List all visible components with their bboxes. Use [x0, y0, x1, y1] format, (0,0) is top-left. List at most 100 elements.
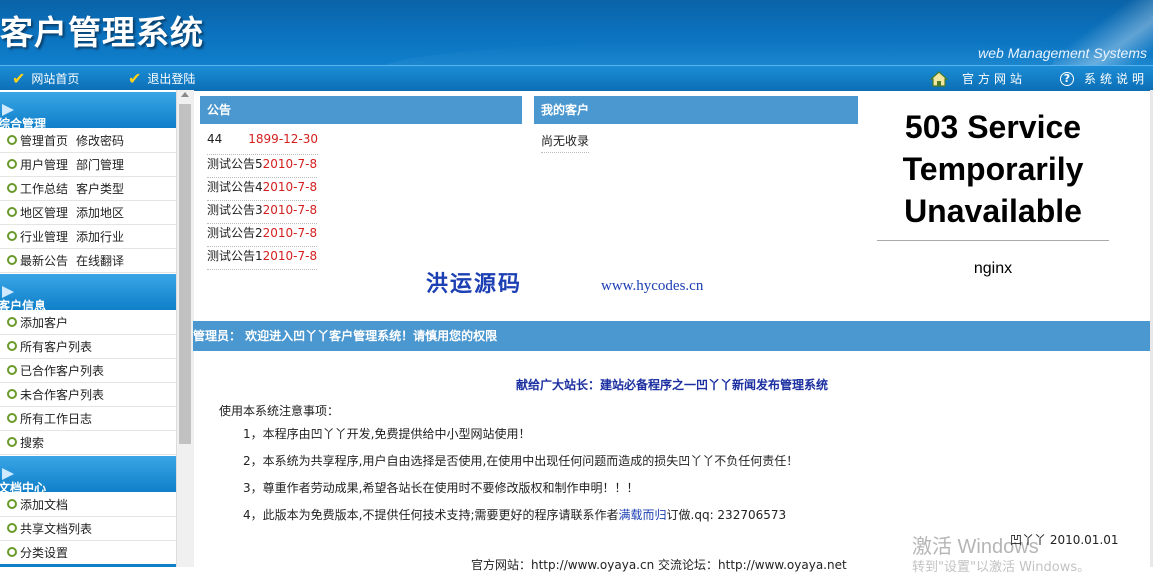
bullet-icon: [7, 389, 17, 399]
sidebar-item-add-region[interactable]: 添加地区: [76, 204, 124, 221]
notice-item[interactable]: 测试公告12010-7-8: [207, 247, 318, 270]
notice-title: 测试公告2: [207, 226, 263, 240]
sidebar-item-regions[interactable]: 地区管理: [20, 204, 68, 221]
sidebar-item-users[interactable]: 用户管理: [20, 156, 68, 173]
sidebar-item-industries[interactable]: 行业管理: [20, 228, 68, 245]
list-item: 最新公告 在线翻译: [0, 248, 176, 273]
sidebar-item-add-document[interactable]: 添加文档: [20, 496, 68, 513]
my-customers-empty-text: 尚无收录: [541, 132, 590, 153]
sidebar-item-departments[interactable]: 部门管理: [76, 156, 124, 173]
notice-date: 2010-7-8: [262, 203, 318, 217]
bullet-icon: [7, 207, 17, 217]
sidebar: 综合管理 管理首页 修改密码 用户管理 部门管理 工作总结 客户类型 地区管理 …: [0, 90, 176, 567]
notice-panel-header: 公告: [200, 96, 522, 124]
footer-links[interactable]: 官方网站：http://www.oyaya.cn 交流论坛：http://www…: [471, 556, 847, 573]
bullet-icon: [7, 365, 17, 375]
error-heading: 503 Service Temporarily Unavailable: [902, 109, 1084, 229]
sidebar-item-search[interactable]: 搜索: [20, 434, 44, 451]
note-item: 2，本系统为共享程序,用户自由选择是否使用,在使用中出现任何问题而造成的损失凹丫…: [243, 454, 799, 468]
sidebar-section-general[interactable]: 综合管理: [0, 92, 176, 131]
notice-date: 2010-7-8: [262, 226, 318, 240]
notice-date: 2010-7-8: [262, 157, 318, 171]
signature: 凹丫丫 2010.01.01: [1010, 533, 1119, 547]
notice-item[interactable]: 测试公告42010-7-8: [207, 178, 318, 201]
watermark-text: 洪运源码: [426, 271, 523, 297]
bullet-icon: [7, 159, 17, 169]
notice-date: 2010-7-8: [262, 249, 318, 263]
top-banner: 客户管理系统 web Management Systems: [0, 0, 1153, 65]
note-text: 订做.qq: 232706573: [666, 508, 787, 522]
notice-title: 测试公告1: [207, 249, 263, 263]
bullet-icon: [7, 413, 17, 423]
sidebar-item-admin-home[interactable]: 管理首页: [20, 132, 68, 149]
list-item: 工作总结 客户类型: [0, 176, 176, 201]
notice-item[interactable]: 测试公告52010-7-8: [207, 155, 318, 178]
nav-logout-link[interactable]: ✔ 退出登陆: [128, 70, 195, 87]
scrollbar-thumb[interactable]: [179, 104, 191, 444]
watermark-url: www.hycodes.cn: [601, 278, 704, 294]
author-link[interactable]: 满载而归: [619, 508, 667, 522]
bullet-icon: [7, 255, 17, 265]
bullet-icon: [7, 499, 17, 509]
list-item: 地区管理 添加地区: [0, 200, 176, 225]
sidebar-item-category-settings[interactable]: 分类设置: [20, 544, 68, 561]
sidebar-item-add-industry[interactable]: 添加行业: [76, 228, 124, 245]
nav-official-site-label: 官方网站: [962, 72, 1027, 86]
note-item: 4，此版本为免费版本,不提供任何技术支持;需要更好的程序请联系作者满载而归订做.…: [243, 506, 786, 523]
sidebar-item-work-logs[interactable]: 所有工作日志: [20, 410, 92, 427]
sidebar-item-customer-types[interactable]: 客户类型: [76, 180, 124, 197]
sidebar-item-uncooperated-customers[interactable]: 未合作客户列表: [20, 386, 104, 403]
list-item: 用户管理 部门管理: [0, 152, 176, 177]
sidebar-item-work-summary[interactable]: 工作总结: [20, 180, 68, 197]
list-item: 行业管理 添加行业: [0, 224, 176, 249]
nav-help-label: 系统说明: [1084, 72, 1149, 86]
bullet-icon: [7, 547, 17, 557]
bullet-icon: [7, 231, 17, 241]
notice-item[interactable]: 测试公告22010-7-8: [207, 224, 318, 247]
help-icon: ?: [1060, 71, 1074, 86]
notice-date: 2010-7-8: [262, 180, 318, 194]
sidebar-section-documents[interactable]: 文档中心: [0, 456, 176, 495]
my-customers-panel-header: 我的客户: [534, 96, 858, 124]
nav-official-site-link[interactable]: 官方网站: [930, 70, 1026, 87]
sidebar-item-latest-notices[interactable]: 最新公告: [20, 252, 68, 269]
bullet-icon: [7, 523, 17, 533]
sidebar-item-cooperated-customers[interactable]: 已合作客户列表: [20, 362, 104, 379]
list-item: 管理首页 修改密码: [0, 128, 176, 153]
bullet-icon: [7, 183, 17, 193]
nav-home-link[interactable]: ✔ 网站首页: [12, 70, 79, 87]
sidebar-item-online-translate[interactable]: 在线翻译: [76, 252, 124, 269]
checkmark-icon: ✔: [128, 68, 142, 88]
notice-item[interactable]: 测试公告32010-7-8: [207, 201, 318, 224]
app-subtitle: web Management Systems: [978, 45, 1147, 61]
list-item: 所有客户列表: [0, 334, 176, 359]
notice-date: 1899-12-30: [248, 132, 319, 146]
bullet-icon: [7, 135, 17, 145]
notice-title: 测试公告5: [207, 157, 263, 171]
windows-activation-hint: 转到"设置"以激活 Windows。: [912, 560, 1091, 575]
scroll-up-arrow-icon[interactable]: [181, 92, 189, 97]
sidebar-item-all-customers[interactable]: 所有客户列表: [20, 338, 92, 355]
notice-title: 测试公告4: [207, 180, 263, 194]
notes-intro: 使用本系统注意事项：: [219, 404, 340, 418]
note-item: 1，本程序由凹丫丫开发,免费提供给中小型网站使用！: [243, 427, 531, 441]
note-text: 4，此版本为免费版本,不提供任何技术支持;需要更好的程序请联系作者: [243, 508, 619, 522]
list-item: 所有工作日志: [0, 406, 176, 431]
house-icon: [930, 70, 948, 87]
nav-logout-label: 退出登陆: [147, 72, 196, 86]
sidebar-item-change-password[interactable]: 修改密码: [76, 132, 124, 149]
sidebar-scrollbar[interactable]: [176, 90, 194, 567]
notice-title: 测试公告3: [207, 203, 263, 217]
list-item: 搜索: [0, 430, 176, 455]
sidebar-item-shared-documents[interactable]: 共享文档列表: [20, 520, 92, 537]
note-item: 3，尊重作者劳动成果,希望各站长在使用时不要修改版权和制作申明！！！: [243, 481, 639, 495]
list-item: 共享文档列表: [0, 516, 176, 541]
sidebar-section-customers[interactable]: 客户信息: [0, 274, 176, 313]
sidebar-item-add-customer[interactable]: 添加客户: [20, 314, 68, 331]
list-item: 分类设置: [0, 540, 176, 565]
notice-item[interactable]: 44 1899-12-30: [207, 132, 319, 155]
nav-help-link[interactable]: ? 系统说明: [1060, 70, 1148, 87]
admin-welcome-bar: 管理员： 欢迎进入凹丫丫客户管理系统！请慎用您的权限: [193, 321, 1150, 351]
list-item: 未合作客户列表: [0, 382, 176, 407]
server-name: nginx: [973, 260, 1013, 277]
